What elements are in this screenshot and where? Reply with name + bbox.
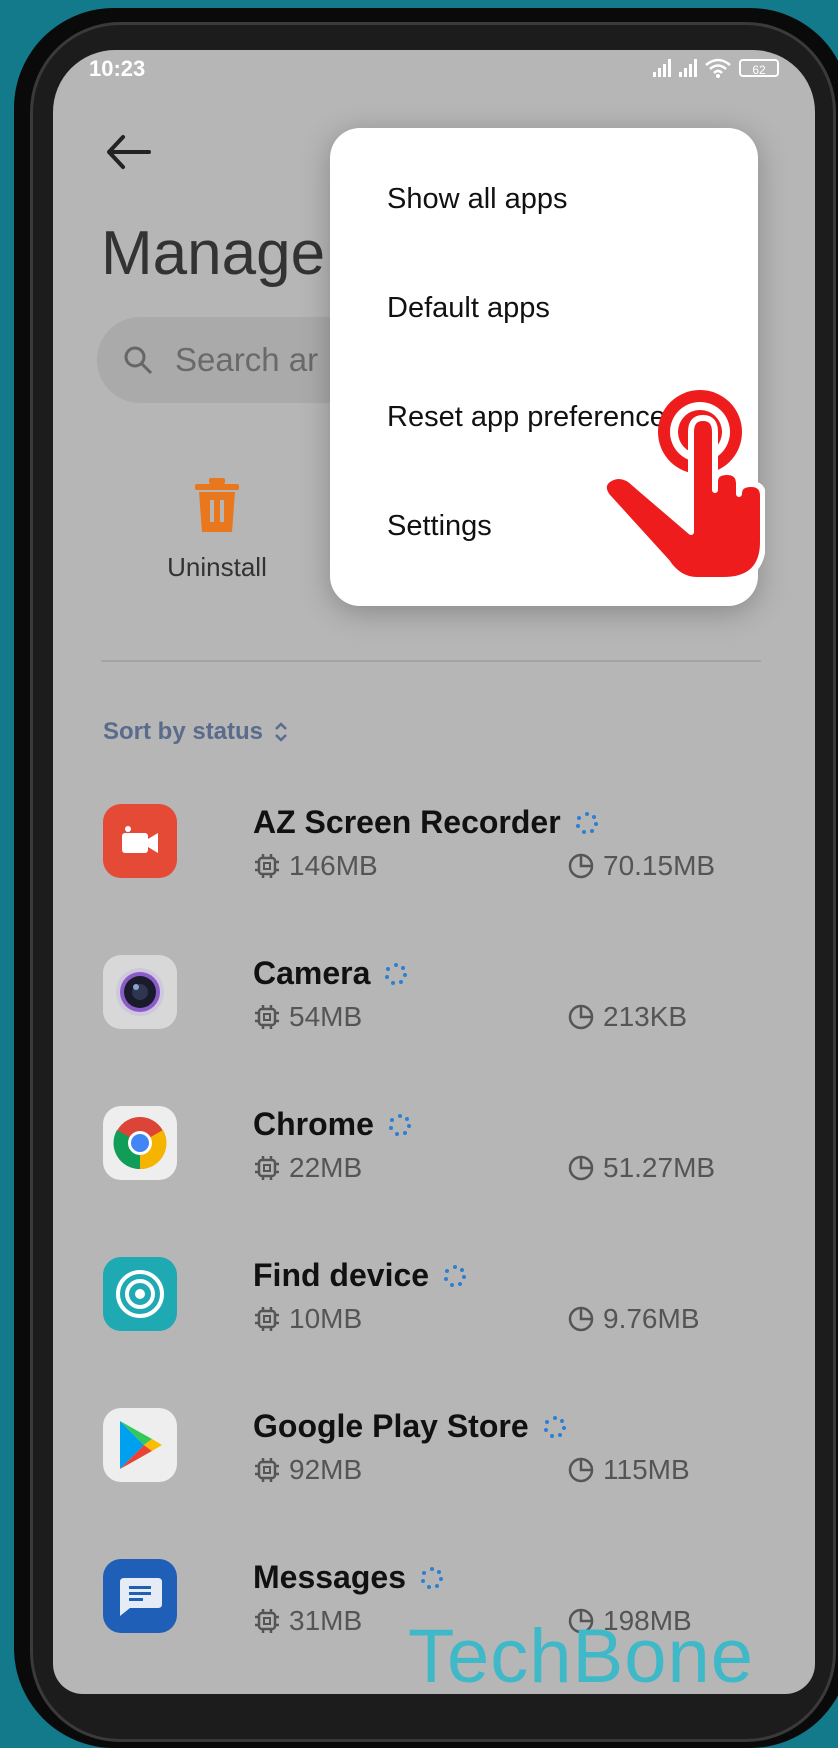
app-size-value: 22MB <box>289 1152 363 1183</box>
sort-label: Sort by status <box>103 718 264 745</box>
loading-icon <box>543 1415 566 1438</box>
menu-item-default-apps[interactable]: Default apps <box>387 292 550 325</box>
data-size-value: 51.27MB <box>603 1152 716 1183</box>
data-size-value: 9.76MB <box>603 1303 700 1334</box>
app-size: 92MB <box>253 1454 362 1486</box>
app-name-row: AZ Screen Recorder <box>253 804 599 841</box>
play-store-icon <box>103 1408 177 1482</box>
menu-item-show-all-apps[interactable]: Show all apps <box>387 183 568 216</box>
status-icons: 62 <box>653 58 779 78</box>
app-list: AZ Screen Recorder 146MB 70.15MB Camera … <box>103 804 783 1694</box>
app-size-value: 92MB <box>289 1454 363 1485</box>
chip-icon <box>255 1005 279 1029</box>
app-size-value: 31MB <box>289 1605 363 1636</box>
data-size: 9.76MB <box>567 1303 700 1335</box>
app-name: Chrome <box>253 1106 374 1142</box>
divider <box>101 660 761 662</box>
tap-hand-pointer-icon <box>600 390 765 582</box>
az-recorder-icon <box>103 804 177 878</box>
loading-icon <box>388 1113 411 1136</box>
app-name: Camera <box>253 955 371 991</box>
app-size: 31MB <box>253 1605 362 1637</box>
list-item[interactable]: Google Play Store 92MB 115MB <box>103 1408 783 1559</box>
search-icon <box>124 346 153 375</box>
data-size: 115MB <box>567 1454 690 1486</box>
camera-icon <box>103 955 177 1029</box>
app-size: 54MB <box>253 1001 362 1033</box>
loading-icon <box>444 1264 467 1287</box>
page-title: Manage <box>101 219 326 288</box>
app-name-row: Find device <box>253 1257 467 1294</box>
chip-icon <box>255 1156 279 1180</box>
data-size-value: 213KB <box>603 1001 688 1032</box>
loading-icon <box>575 811 598 834</box>
watermark: TechBone <box>408 1614 755 1699</box>
app-size: 10MB <box>253 1303 362 1335</box>
battery-icon: 62 <box>739 59 779 77</box>
pie-icon <box>568 1457 594 1483</box>
app-name-row: Camera <box>253 955 408 992</box>
search-placeholder: Search ar <box>175 341 319 378</box>
data-size: 213KB <box>567 1001 687 1033</box>
list-item[interactable]: AZ Screen Recorder 146MB 70.15MB <box>103 804 783 955</box>
list-item[interactable]: Camera 54MB 213KB <box>103 955 783 1106</box>
trash-icon <box>195 478 239 532</box>
loading-icon <box>420 1566 443 1589</box>
list-item[interactable]: Chrome 22MB 51.27MB <box>103 1106 783 1257</box>
app-name-row: Messages <box>253 1559 444 1596</box>
chip-icon <box>255 1458 279 1482</box>
app-size: 22MB <box>253 1152 362 1184</box>
app-name: Messages <box>253 1559 406 1595</box>
app-size-value: 54MB <box>289 1001 363 1032</box>
pie-icon <box>568 1155 594 1181</box>
chip-icon <box>255 1609 279 1633</box>
app-size-value: 146MB <box>289 850 378 881</box>
pie-icon <box>568 1004 594 1030</box>
app-size-value: 10MB <box>289 1303 363 1334</box>
app-name-row: Chrome <box>253 1106 412 1143</box>
data-size: 51.27MB <box>567 1152 715 1184</box>
uninstall-label: Uninstall <box>167 552 267 582</box>
data-size-value: 70.15MB <box>603 850 716 881</box>
messages-icon <box>103 1559 177 1633</box>
app-name: Google Play Store <box>253 1408 529 1444</box>
find-device-icon <box>103 1257 177 1331</box>
list-item[interactable]: Find device 10MB 9.76MB <box>103 1257 783 1408</box>
app-size: 146MB <box>253 850 378 882</box>
chrome-icon <box>103 1106 177 1180</box>
app-name: Find device <box>253 1257 430 1293</box>
loading-icon <box>385 962 408 985</box>
chip-icon <box>255 854 279 878</box>
pie-icon <box>568 853 594 879</box>
wifi-icon <box>705 58 731 78</box>
pie-icon <box>568 1306 594 1332</box>
app-name: AZ Screen Recorder <box>253 804 561 840</box>
signal-icon <box>653 59 671 77</box>
chip-icon <box>255 1307 279 1331</box>
data-size-value: 115MB <box>603 1454 690 1485</box>
sort-by-status-button[interactable]: Sort by status <box>103 718 289 746</box>
signal-icon <box>679 59 697 77</box>
uninstall-button[interactable]: Uninstall <box>137 478 297 583</box>
menu-item-settings[interactable]: Settings <box>387 510 492 543</box>
back-arrow-icon[interactable] <box>101 125 155 179</box>
app-name-row: Google Play Store <box>253 1408 567 1445</box>
data-size: 70.15MB <box>567 850 715 882</box>
phone-screen: 10:23 62 Manage Search ar Uninstall Sort… <box>53 50 815 1694</box>
chevron-up-down-icon <box>275 722 287 742</box>
status-time: 10:23 <box>89 56 146 81</box>
